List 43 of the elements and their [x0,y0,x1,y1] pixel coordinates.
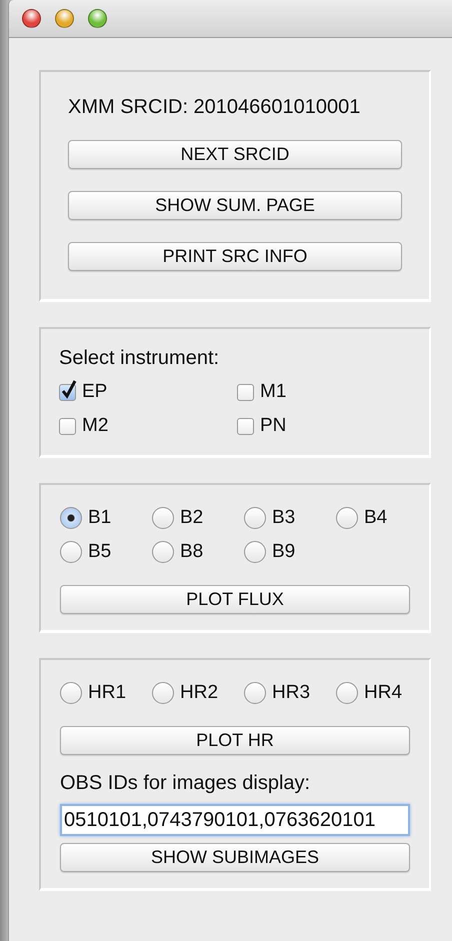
checkbox-label: EP [82,381,108,403]
action-button[interactable]: NEXT SRCID [68,140,402,169]
radio-button[interactable] [244,541,266,563]
radio-label: B9 [272,541,296,563]
radio-label: B1 [88,507,112,529]
minimize-icon[interactable] [55,9,74,28]
checkbox[interactable] [237,418,254,434]
obs-ids-label: OBS IDs for images display: [60,772,312,795]
radio-label: HR1 [88,682,126,704]
checkmark-icon [61,378,77,398]
radio-button[interactable] [152,682,174,704]
radio-button[interactable] [244,507,266,529]
close-icon[interactable] [22,9,41,28]
radio-button[interactable] [244,682,266,704]
radio-button[interactable] [60,541,82,563]
radio-label: B5 [88,541,112,563]
plot-hr-button[interactable]: PLOT HR [60,726,410,755]
checkbox-label: PN [260,415,286,437]
radio-button[interactable] [60,507,82,529]
radio-button[interactable] [60,682,82,704]
plot-flux-button[interactable]: PLOT FLUX [60,585,410,614]
checkbox[interactable] [237,384,254,400]
radio-label: HR4 [364,682,402,704]
obs-ids-field[interactable]: 0510101,0743790101,0763620101 [60,804,410,836]
radio-button[interactable] [336,682,358,704]
checkbox[interactable] [59,418,76,434]
radio-label: B8 [180,541,204,563]
checkbox-label: M2 [82,415,108,437]
radio-button[interactable] [152,507,174,529]
radio-label: B2 [180,507,204,529]
action-button[interactable]: PRINT SRC INFO [68,242,402,271]
radio-label: HR3 [272,682,310,704]
radio-button[interactable] [336,507,358,529]
radio-label: B4 [364,507,388,529]
srcid-label: XMM SRCID: 201046601010001 [68,96,362,119]
radio-label: HR2 [180,682,218,704]
show-subimages-button[interactable]: SHOW SUBIMAGES [60,843,410,872]
radio-button[interactable] [152,541,174,563]
instrument-label: Select instrument: [59,347,220,370]
checkbox-label: M1 [260,381,286,403]
radio-label: B3 [272,507,296,529]
zoom-icon[interactable] [88,9,107,28]
action-button[interactable]: SHOW SUM. PAGE [68,191,402,220]
